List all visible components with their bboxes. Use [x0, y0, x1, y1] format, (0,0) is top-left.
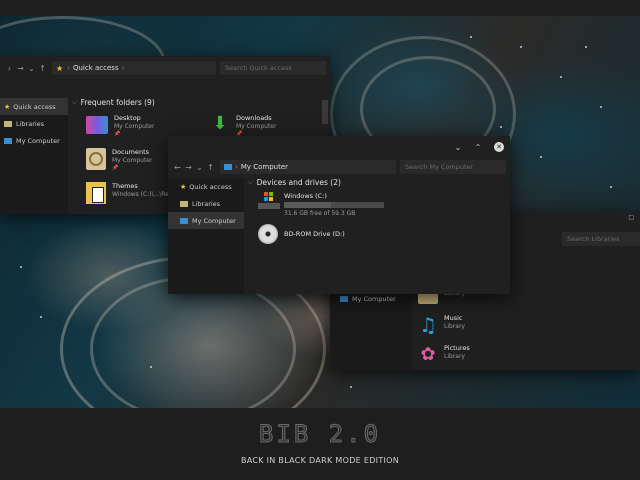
folder-name: Themes [112, 182, 138, 190]
computer-icon [340, 295, 348, 302]
maximize-icon[interactable]: ⌃ [468, 143, 488, 152]
sidebar-item-label: My Computer [16, 136, 60, 145]
library-name: Pictures [444, 344, 470, 352]
sidebar-item-label: Quick access [13, 102, 56, 111]
folder-tile-desktop[interactable]: Desktop My Computer 📌 [86, 114, 154, 137]
sidebar-item-libraries[interactable]: Libraries [168, 195, 244, 212]
navigation-pane: ★ Quick access Libraries My Computer [168, 178, 244, 294]
chevron-right-icon: › [121, 64, 125, 72]
navigation-pane: ★ Quick access Libraries My Computer [0, 98, 68, 214]
sidebar-item-my-computer[interactable]: My Computer [0, 132, 68, 149]
windows-drive-icon [258, 192, 280, 210]
folder-location: Windows (C:)\...\Re [112, 191, 169, 198]
back-arrow-icon[interactable]: ← [172, 163, 183, 172]
close-icon[interactable]: ✕ [494, 142, 504, 152]
forward-arrow-icon[interactable]: → [15, 64, 26, 73]
chevron-right-icon: › [235, 163, 238, 171]
sidebar-item-libraries[interactable]: Libraries [0, 115, 68, 132]
drive-usage-fill [284, 202, 331, 208]
chevron-right-icon: › [67, 64, 70, 72]
address-bar: › → ⌄ ↑ ★ › Quick access › Search Quick … [0, 58, 330, 78]
chevron-down-icon: ⌵ [72, 98, 77, 106]
sidebar-item-my-computer[interactable]: My Computer [168, 212, 244, 229]
library-tile-music[interactable]: ♫ Music Library [418, 314, 465, 336]
drive-tile-c[interactable]: Windows (C:) 31.6 GB free of 59.3 GB [258, 192, 384, 218]
maximize-icon[interactable]: □ [628, 214, 634, 221]
chevron-down-icon: ⌵ [248, 178, 253, 186]
up-arrow-icon[interactable]: ↑ [205, 163, 216, 172]
sidebar-item-label: Libraries [192, 199, 221, 208]
folder-location: My Computer [114, 123, 155, 130]
pin-icon: 📌 [114, 131, 121, 137]
search-input[interactable]: Search Libraries [562, 232, 640, 246]
pictures-flower-icon: ✿ [420, 344, 436, 365]
library-name: Music [444, 314, 463, 322]
folder-tile-downloads[interactable]: ⬇ Downloads My Computer 📌 [210, 113, 277, 138]
libraries-icon [180, 200, 188, 207]
forward-arrow-icon[interactable]: › [4, 64, 15, 73]
section-title: Frequent folders (9) [80, 98, 155, 107]
drive-free-space: 31.6 GB free of 59.3 GB [284, 210, 356, 217]
scrollbar-thumb[interactable] [322, 100, 328, 124]
disc-icon [258, 224, 278, 244]
folder-icon [86, 182, 106, 204]
desktop-icon [86, 116, 108, 134]
search-placeholder: Search Quick access [225, 64, 292, 72]
sidebar-item-label: Quick access [189, 182, 232, 191]
computer-icon [4, 137, 12, 144]
sidebar-item-quick-access[interactable]: ★ Quick access [0, 98, 68, 115]
address-bar: ← → ⌄ ↑ › My Computer Search My Computer [168, 158, 510, 176]
documents-icon [86, 148, 106, 170]
section-title: Devices and drives (2) [256, 178, 341, 187]
search-placeholder: Search Libraries [567, 235, 620, 243]
folder-location: My Computer [236, 123, 277, 130]
explorer-window-my-computer[interactable]: ⌄ ⌃ ✕ ← → ⌄ ↑ › My Computer Search My Co… [168, 136, 510, 294]
brand-title: BIB 2.0 [258, 420, 382, 449]
chevron-down-icon[interactable]: ⌄ [194, 163, 205, 172]
star-icon: ★ [4, 102, 11, 111]
search-input[interactable]: Search My Computer [400, 160, 506, 174]
title-bar: ⌄ ⌃ ✕ [168, 136, 510, 158]
folder-tile-documents[interactable]: Documents My Computer 📌 [86, 148, 152, 171]
sidebar-item-label: Libraries [16, 119, 45, 128]
libraries-icon [4, 120, 12, 127]
sidebar-item-label: My Computer [192, 216, 236, 225]
music-note-icon: ♫ [419, 313, 437, 337]
folder-name: Documents [112, 148, 150, 156]
brand-subtitle: BACK IN BLACK DARK MODE EDITION [240, 456, 400, 465]
search-placeholder: Search My Computer [405, 163, 474, 171]
sidebar-item-quick-access[interactable]: ★ Quick access [168, 178, 244, 195]
section-header[interactable]: ⌵ Devices and drives (2) [248, 178, 341, 187]
minimize-icon[interactable]: ⌄ [448, 143, 468, 152]
computer-icon [180, 217, 188, 224]
library-type: Library [444, 353, 465, 360]
sidebar-item-label: My Computer [352, 294, 396, 303]
path-text: Quick access [72, 64, 119, 72]
computer-icon [224, 164, 232, 170]
drive-tile-d[interactable]: BD-ROM Drive (D:) [258, 224, 345, 244]
drive-name: BD-ROM Drive (D:) [284, 229, 345, 238]
library-type: Library [444, 323, 465, 330]
library-tile-pictures[interactable]: ✿ Pictures Library [418, 344, 470, 366]
path-text: My Computer [240, 163, 289, 171]
up-arrow-icon[interactable]: ↑ [37, 64, 48, 73]
drive-usage-bar [284, 202, 384, 208]
forward-arrow-icon[interactable]: → [183, 163, 194, 172]
path-box[interactable]: › My Computer [220, 160, 396, 174]
star-icon: ★ [56, 63, 64, 73]
drive-name: Windows (C:) [284, 192, 327, 200]
folder-location: My Computer [112, 157, 153, 164]
path-box[interactable]: ★ › Quick access › [52, 61, 216, 75]
section-header[interactable]: ⌵ Frequent folders (9) [72, 98, 155, 107]
folder-name: Desktop [114, 114, 141, 122]
folder-name: Downloads [236, 114, 272, 122]
download-arrow-icon: ⬇ [212, 113, 228, 134]
pin-icon: 📌 [112, 165, 119, 171]
chevron-down-icon[interactable]: ⌄ [26, 64, 37, 73]
folder-tile-themes[interactable]: Themes Windows (C:)\...\Re [86, 182, 169, 204]
star-icon: ★ [180, 182, 187, 191]
search-input[interactable]: Search Quick access [220, 61, 326, 75]
